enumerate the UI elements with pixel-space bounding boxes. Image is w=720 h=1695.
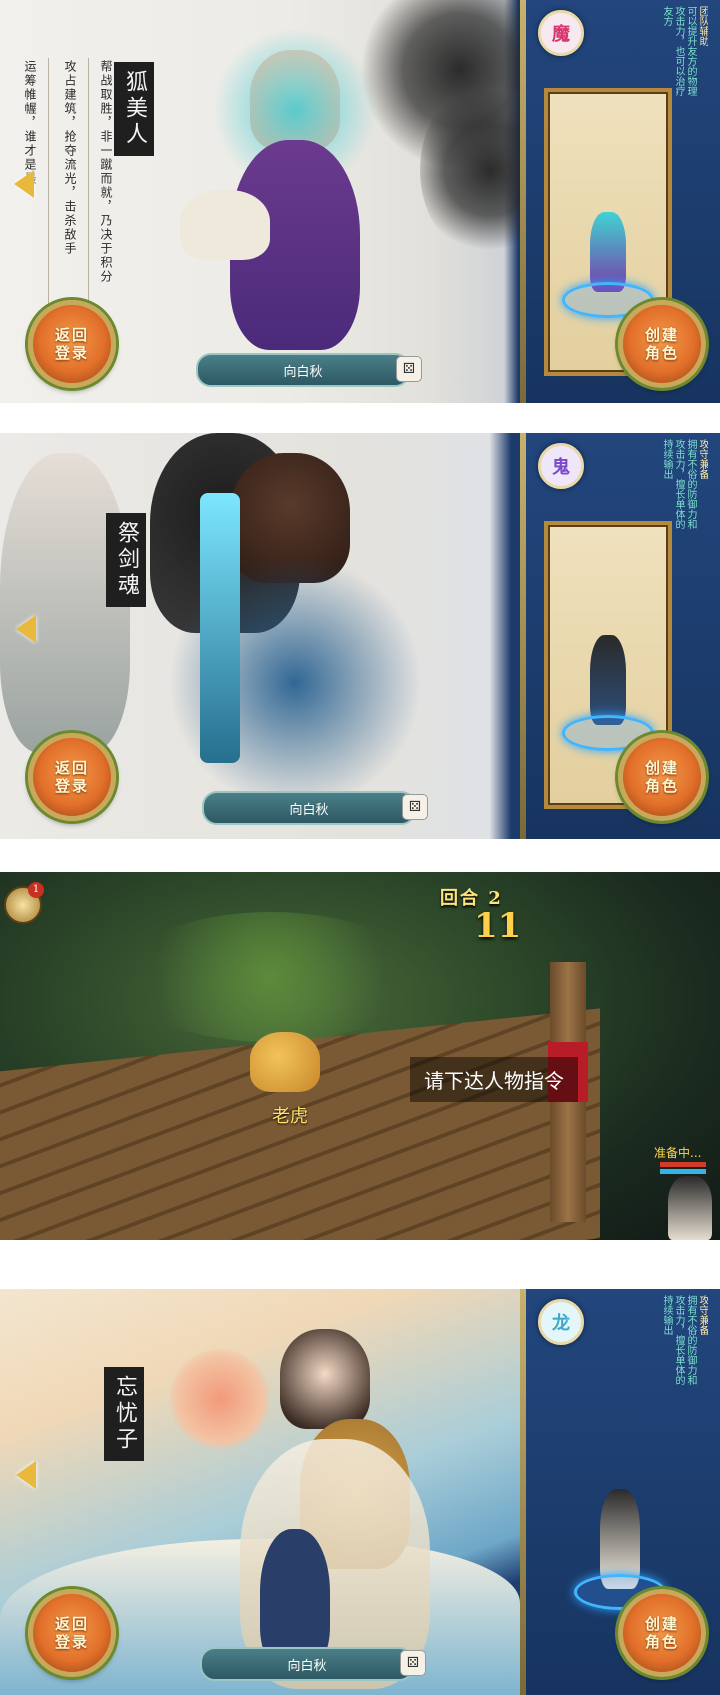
back-to-login-button[interactable]: 返回登录: [28, 300, 116, 388]
faction-badge: 鬼: [538, 443, 584, 489]
create-role-label: 创建角色: [644, 326, 679, 362]
create-role-button[interactable]: 创建角色: [618, 1589, 706, 1677]
dice-icon[interactable]: ⚄: [396, 356, 422, 382]
hero-portrait: [200, 1309, 460, 1689]
story-text: 攻占建筑，抢夺流光，击杀敌手: [63, 60, 77, 256]
character-select-screen-1: 运筹帷幄，谁才是最 攻占建筑，抢夺流光，击杀敌手 帮战取胜，非一蹴而就，乃决于积…: [0, 0, 720, 403]
class-info-sidebar: 龙 攻守兼备 拥有不俗的防御力和攻击力，擅长单体的持续输出 创建角色: [520, 1289, 720, 1695]
hero-name-title: 忘忧子: [104, 1367, 144, 1461]
random-name-bar[interactable]: 向白秋 ⚄: [202, 791, 428, 825]
back-to-login-label: 返回登录: [54, 1615, 89, 1651]
ally-hp-bar: [660, 1162, 706, 1167]
create-role-label: 创建角色: [644, 1615, 679, 1651]
class-role-text: 拥有不俗的防御力和攻击力，擅长单体的持续输出: [661, 439, 696, 529]
class-info-sidebar: 魔 团队辅助 可以提升友方的物理攻击力，也可以治疗友方 创建角色: [520, 0, 720, 403]
prev-hero-arrow[interactable]: [14, 170, 34, 198]
class-description: 团队辅助 可以提升友方的物理攻击力，也可以治疗友方: [586, 6, 708, 96]
random-name-bar[interactable]: 向白秋 ⚄: [200, 1647, 426, 1681]
hero-name-title: 祭剑魂: [106, 513, 146, 607]
back-to-login-button[interactable]: 返回登录: [28, 1589, 116, 1677]
chibi-sprite: [590, 212, 626, 292]
pet-name-label: 老虎: [272, 1106, 308, 1127]
back-to-login-label: 返回登录: [54, 326, 89, 362]
prev-hero-arrow[interactable]: [16, 615, 36, 643]
dice-icon[interactable]: ⚄: [402, 794, 428, 820]
class-role-title: 攻守兼备: [697, 1295, 708, 1335]
create-role-button[interactable]: 创建角色: [618, 733, 706, 821]
prev-hero-arrow[interactable]: [16, 1461, 36, 1489]
character-name-input[interactable]: 向白秋: [287, 1655, 326, 1674]
faction-badge: 龙: [538, 1299, 584, 1345]
character-select-screen-2: 祭剑魂 返回登录 向白秋 ⚄ 鬼 攻守兼备 拥有不俗的防御力和攻击力，擅长单体的…: [0, 433, 720, 839]
class-description: 攻守兼备 拥有不俗的防御力和攻击力，擅长单体的持续输出: [586, 1295, 708, 1385]
character-name-input[interactable]: 向白秋: [289, 799, 328, 818]
character-name-input[interactable]: 向白秋: [283, 361, 322, 380]
turn-countdown: 11: [474, 906, 522, 946]
class-description: 攻守兼备 拥有不俗的防御力和攻击力，擅长单体的持续输出: [586, 439, 708, 529]
auto-battle-icon[interactable]: 1: [4, 882, 44, 924]
chibi-sprite: [590, 635, 626, 725]
battle-screen: 1 回合 2 11 老虎 请下达人物指令 准备中...: [0, 872, 720, 1240]
dice-icon[interactable]: ⚄: [400, 1650, 426, 1676]
story-text: 运筹帷幄，谁才是最: [23, 60, 37, 186]
back-to-login-button[interactable]: 返回登录: [28, 733, 116, 821]
faction-badge: 魔: [538, 10, 584, 56]
story-text: 帮战取胜，非一蹴而就，乃决于积分: [99, 60, 113, 284]
tiger-pet[interactable]: [250, 1032, 320, 1092]
class-role-title: 团队辅助: [697, 6, 708, 46]
hero-name-title: 狐美人: [114, 62, 154, 156]
class-role-text: 可以提升友方的物理攻击力，也可以治疗友方: [661, 6, 696, 96]
create-role-label: 创建角色: [644, 759, 679, 795]
random-name-bar[interactable]: 向白秋 ⚄: [196, 353, 422, 387]
ally-mp-bar: [660, 1169, 706, 1174]
ally-character[interactable]: [668, 1176, 712, 1240]
class-role-title: 攻守兼备: [697, 439, 708, 479]
ally-status: 准备中...: [654, 1146, 702, 1160]
command-prompt: 请下达人物指令: [410, 1057, 578, 1102]
hero-portrait: [180, 20, 410, 360]
back-to-login-label: 返回登录: [54, 759, 89, 795]
create-role-button[interactable]: 创建角色: [618, 300, 706, 388]
class-info-sidebar: 鬼 攻守兼备 拥有不俗的防御力和攻击力，擅长单体的持续输出 创建角色: [520, 433, 720, 839]
foliage: [120, 912, 420, 1042]
character-select-screen-4: 忘忧子 返回登录 向白秋 ⚄ 龙 攻守兼备 拥有不俗的防御力和攻击力，擅长单体的…: [0, 1289, 720, 1695]
class-role-text: 拥有不俗的防御力和攻击力，擅长单体的持续输出: [661, 1295, 696, 1385]
